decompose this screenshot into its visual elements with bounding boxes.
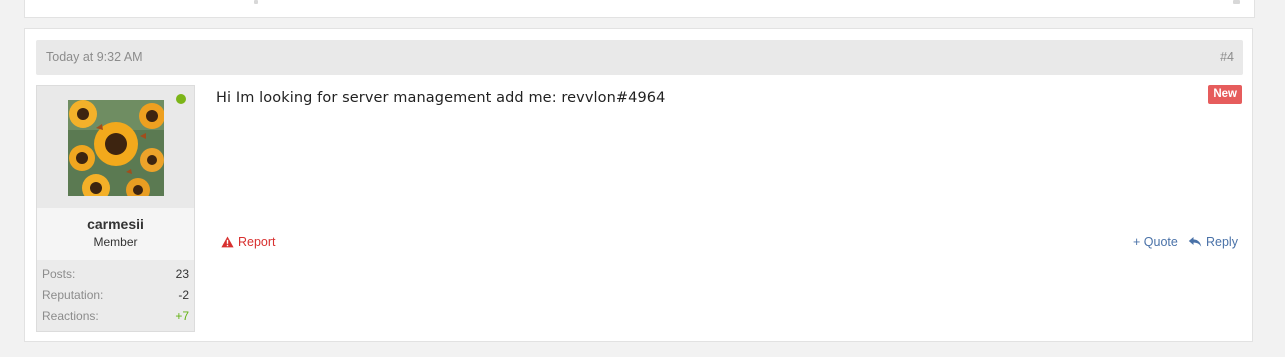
faint-action-fragment [1233, 0, 1240, 4]
stat-label: Reactions: [42, 309, 99, 323]
stat-value: 23 [175, 267, 189, 281]
online-status-indicator [176, 94, 186, 104]
sunflower [69, 100, 97, 128]
stat-label: Reputation: [42, 288, 104, 302]
faint-text-fragment [254, 0, 258, 4]
sunflower [140, 148, 164, 172]
username-link[interactable]: carmesii [37, 216, 194, 232]
quote-button[interactable]: + Quote [1133, 235, 1178, 249]
stat-value: +7 [175, 309, 189, 323]
reply-label: Reply [1206, 235, 1238, 249]
stat-posts: Posts: 23 [42, 267, 189, 283]
stat-reputation: Reputation: -2 [42, 288, 189, 304]
previous-post-fragment [24, 0, 1255, 18]
report-label: Report [238, 235, 276, 249]
warning-triangle-icon [221, 236, 234, 248]
post-header: Today at 9:32 AM #4 [36, 40, 1243, 75]
stat-label: Posts: [42, 267, 76, 281]
user-title: Member [93, 235, 138, 249]
sunflower [139, 103, 164, 129]
user-stats: Posts: 23 Reputation: -2 Reactions: +7 [37, 260, 194, 331]
report-button[interactable]: Report [221, 235, 276, 249]
sunflower [69, 145, 95, 171]
new-badge: New [1208, 85, 1242, 104]
sunflower-avatar-icon [68, 100, 164, 196]
stat-value: -2 [178, 288, 189, 302]
user-avatar-area [37, 86, 194, 208]
post-message: Hi Im looking for server management add … [216, 90, 666, 106]
user-info-panel: carmesii Member Posts: 23 Reputation: -2… [36, 85, 195, 332]
post-timestamp[interactable]: Today at 9:32 AM [46, 50, 143, 64]
avatar[interactable] [68, 100, 164, 196]
forum-post: Today at 9:32 AM #4 carmesii Member Post… [24, 28, 1253, 342]
post-permalink[interactable]: #4 [1220, 50, 1234, 64]
reply-button[interactable]: Reply [1188, 235, 1238, 249]
reply-arrow-icon [1188, 236, 1202, 248]
stat-reactions: Reactions: +7 [42, 309, 189, 325]
quote-label: + Quote [1133, 235, 1178, 249]
